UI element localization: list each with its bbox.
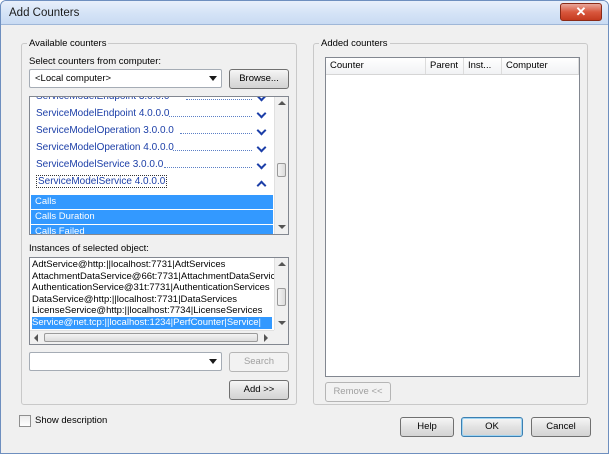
window-title: Add Counters — [9, 7, 80, 19]
chevron-down-icon — [209, 359, 217, 364]
counter-item[interactable]: Calls Failed — [31, 225, 273, 234]
tree-connector — [164, 167, 252, 168]
close-button[interactable]: ✕ — [560, 3, 602, 21]
added-counters-list[interactable]: Counter Parent Inst... Computer — [325, 57, 580, 377]
scroll-left-icon[interactable] — [34, 334, 38, 342]
search-button[interactable]: Search — [229, 352, 289, 372]
tree-connector — [186, 99, 252, 100]
tree-item-label: ServiceModelEndpoint 4.0.0.0 — [36, 108, 170, 119]
instance-item[interactable]: AdtService@http:||localhost:7731|AdtServ… — [32, 259, 272, 271]
tree-item[interactable]: ServiceModelService 4.0.0.0 — [36, 175, 272, 192]
scroll-down-icon[interactable] — [278, 225, 286, 229]
available-counters-label: Available counters — [27, 38, 109, 49]
tree-item-label: ServiceModelService 3.0.0.0 — [36, 159, 164, 170]
tree-item[interactable]: ServiceModelEndpoint 3.0.0.0 — [36, 96, 272, 107]
chevron-down-icon — [209, 76, 217, 81]
scroll-up-icon[interactable] — [278, 262, 286, 266]
scroll-up-icon[interactable] — [278, 101, 286, 105]
instance-item[interactable]: AuthenticationService@31t:7731|Authentic… — [32, 282, 272, 294]
tree-connector — [180, 133, 252, 134]
tree-item[interactable]: ServiceModelOperation 4.0.0.0 — [36, 142, 272, 158]
computer-select-value: <Local computer> — [35, 73, 112, 84]
object-list[interactable]: ServiceModelEndpoint 3.0.0.0 ServiceModel… — [29, 96, 289, 235]
tree-item[interactable]: ServiceModelOperation 3.0.0.0 — [36, 125, 272, 141]
chevron-down-icon[interactable] — [256, 97, 267, 102]
chevron-down-icon[interactable] — [256, 142, 267, 153]
remove-button[interactable]: Remove << — [325, 382, 391, 402]
ok-button[interactable]: OK — [461, 417, 523, 437]
tree-item[interactable]: ServiceModelService 3.0.0.0 — [36, 159, 272, 175]
tree-connector — [173, 150, 252, 151]
counter-item[interactable]: Calls — [31, 195, 273, 209]
instance-item[interactable]: AttachmentDataService@66t:7731|Attachmen… — [32, 271, 285, 283]
chevron-down-icon[interactable] — [256, 108, 267, 119]
instances-list[interactable]: AdtService@http:||localhost:7731|AdtServ… — [29, 257, 289, 345]
instance-item[interactable]: Service@net.tcp:||localhost:1234|PerfCou… — [32, 316, 272, 329]
chevron-up-icon[interactable] — [256, 180, 267, 191]
object-list-scrollbar[interactable] — [274, 97, 288, 234]
tree-item-label: ServiceModelOperation 4.0.0.0 — [36, 142, 174, 153]
close-icon: ✕ — [575, 4, 587, 19]
instance-item[interactable]: LicenseService@http:||localhost:7734|Lic… — [32, 305, 272, 317]
show-description-label[interactable]: Show description — [35, 415, 107, 426]
chevron-down-icon[interactable] — [256, 159, 267, 170]
browse-button[interactable]: Browse... — [229, 69, 289, 89]
instances-hscrollbar[interactable] — [30, 330, 274, 344]
column-parent[interactable]: Parent — [426, 58, 464, 74]
title-bar: Add Counters ✕ — [1, 1, 608, 25]
computer-select[interactable]: <Local computer> — [29, 69, 222, 88]
instance-item[interactable]: DataService@http:||localhost:7731|DataSe… — [32, 294, 272, 306]
instances-vscrollbar[interactable] — [274, 258, 288, 330]
cancel-button[interactable]: Cancel — [531, 417, 591, 437]
tree-item-label: ServiceModelService 4.0.0.0 — [36, 175, 168, 188]
search-combo[interactable] — [29, 352, 222, 371]
scroll-thumb[interactable] — [277, 288, 286, 306]
tree-item-label: ServiceModelEndpoint 3.0.0.0 — [36, 96, 170, 102]
show-description-checkbox[interactable] — [19, 415, 31, 427]
help-button[interactable]: Help — [400, 417, 454, 437]
instances-label: Instances of selected object: — [29, 243, 149, 254]
added-counters-label: Added counters — [319, 38, 390, 49]
add-counters-dialog: Add Counters ✕ Available counters Select… — [0, 0, 609, 454]
tree-item-label: ServiceModelOperation 3.0.0.0 — [36, 125, 174, 136]
scroll-thumb[interactable] — [44, 333, 258, 342]
added-counters-header: Counter Parent Inst... Computer — [326, 58, 579, 75]
scroll-down-icon[interactable] — [278, 321, 286, 325]
tree-connector — [169, 116, 252, 117]
column-counter[interactable]: Counter — [326, 58, 426, 74]
scroll-corner — [274, 330, 288, 344]
select-computer-label: Select counters from computer: — [29, 56, 161, 67]
chevron-down-icon[interactable] — [256, 125, 267, 136]
column-computer[interactable]: Computer — [502, 58, 579, 74]
scroll-right-icon[interactable] — [264, 334, 268, 342]
counter-item[interactable]: Calls Duration — [31, 210, 273, 224]
tree-item[interactable]: ServiceModelEndpoint 4.0.0.0 — [36, 108, 272, 124]
add-button[interactable]: Add >> — [229, 380, 289, 400]
scroll-thumb[interactable] — [277, 163, 286, 177]
column-instance[interactable]: Inst... — [464, 58, 502, 74]
